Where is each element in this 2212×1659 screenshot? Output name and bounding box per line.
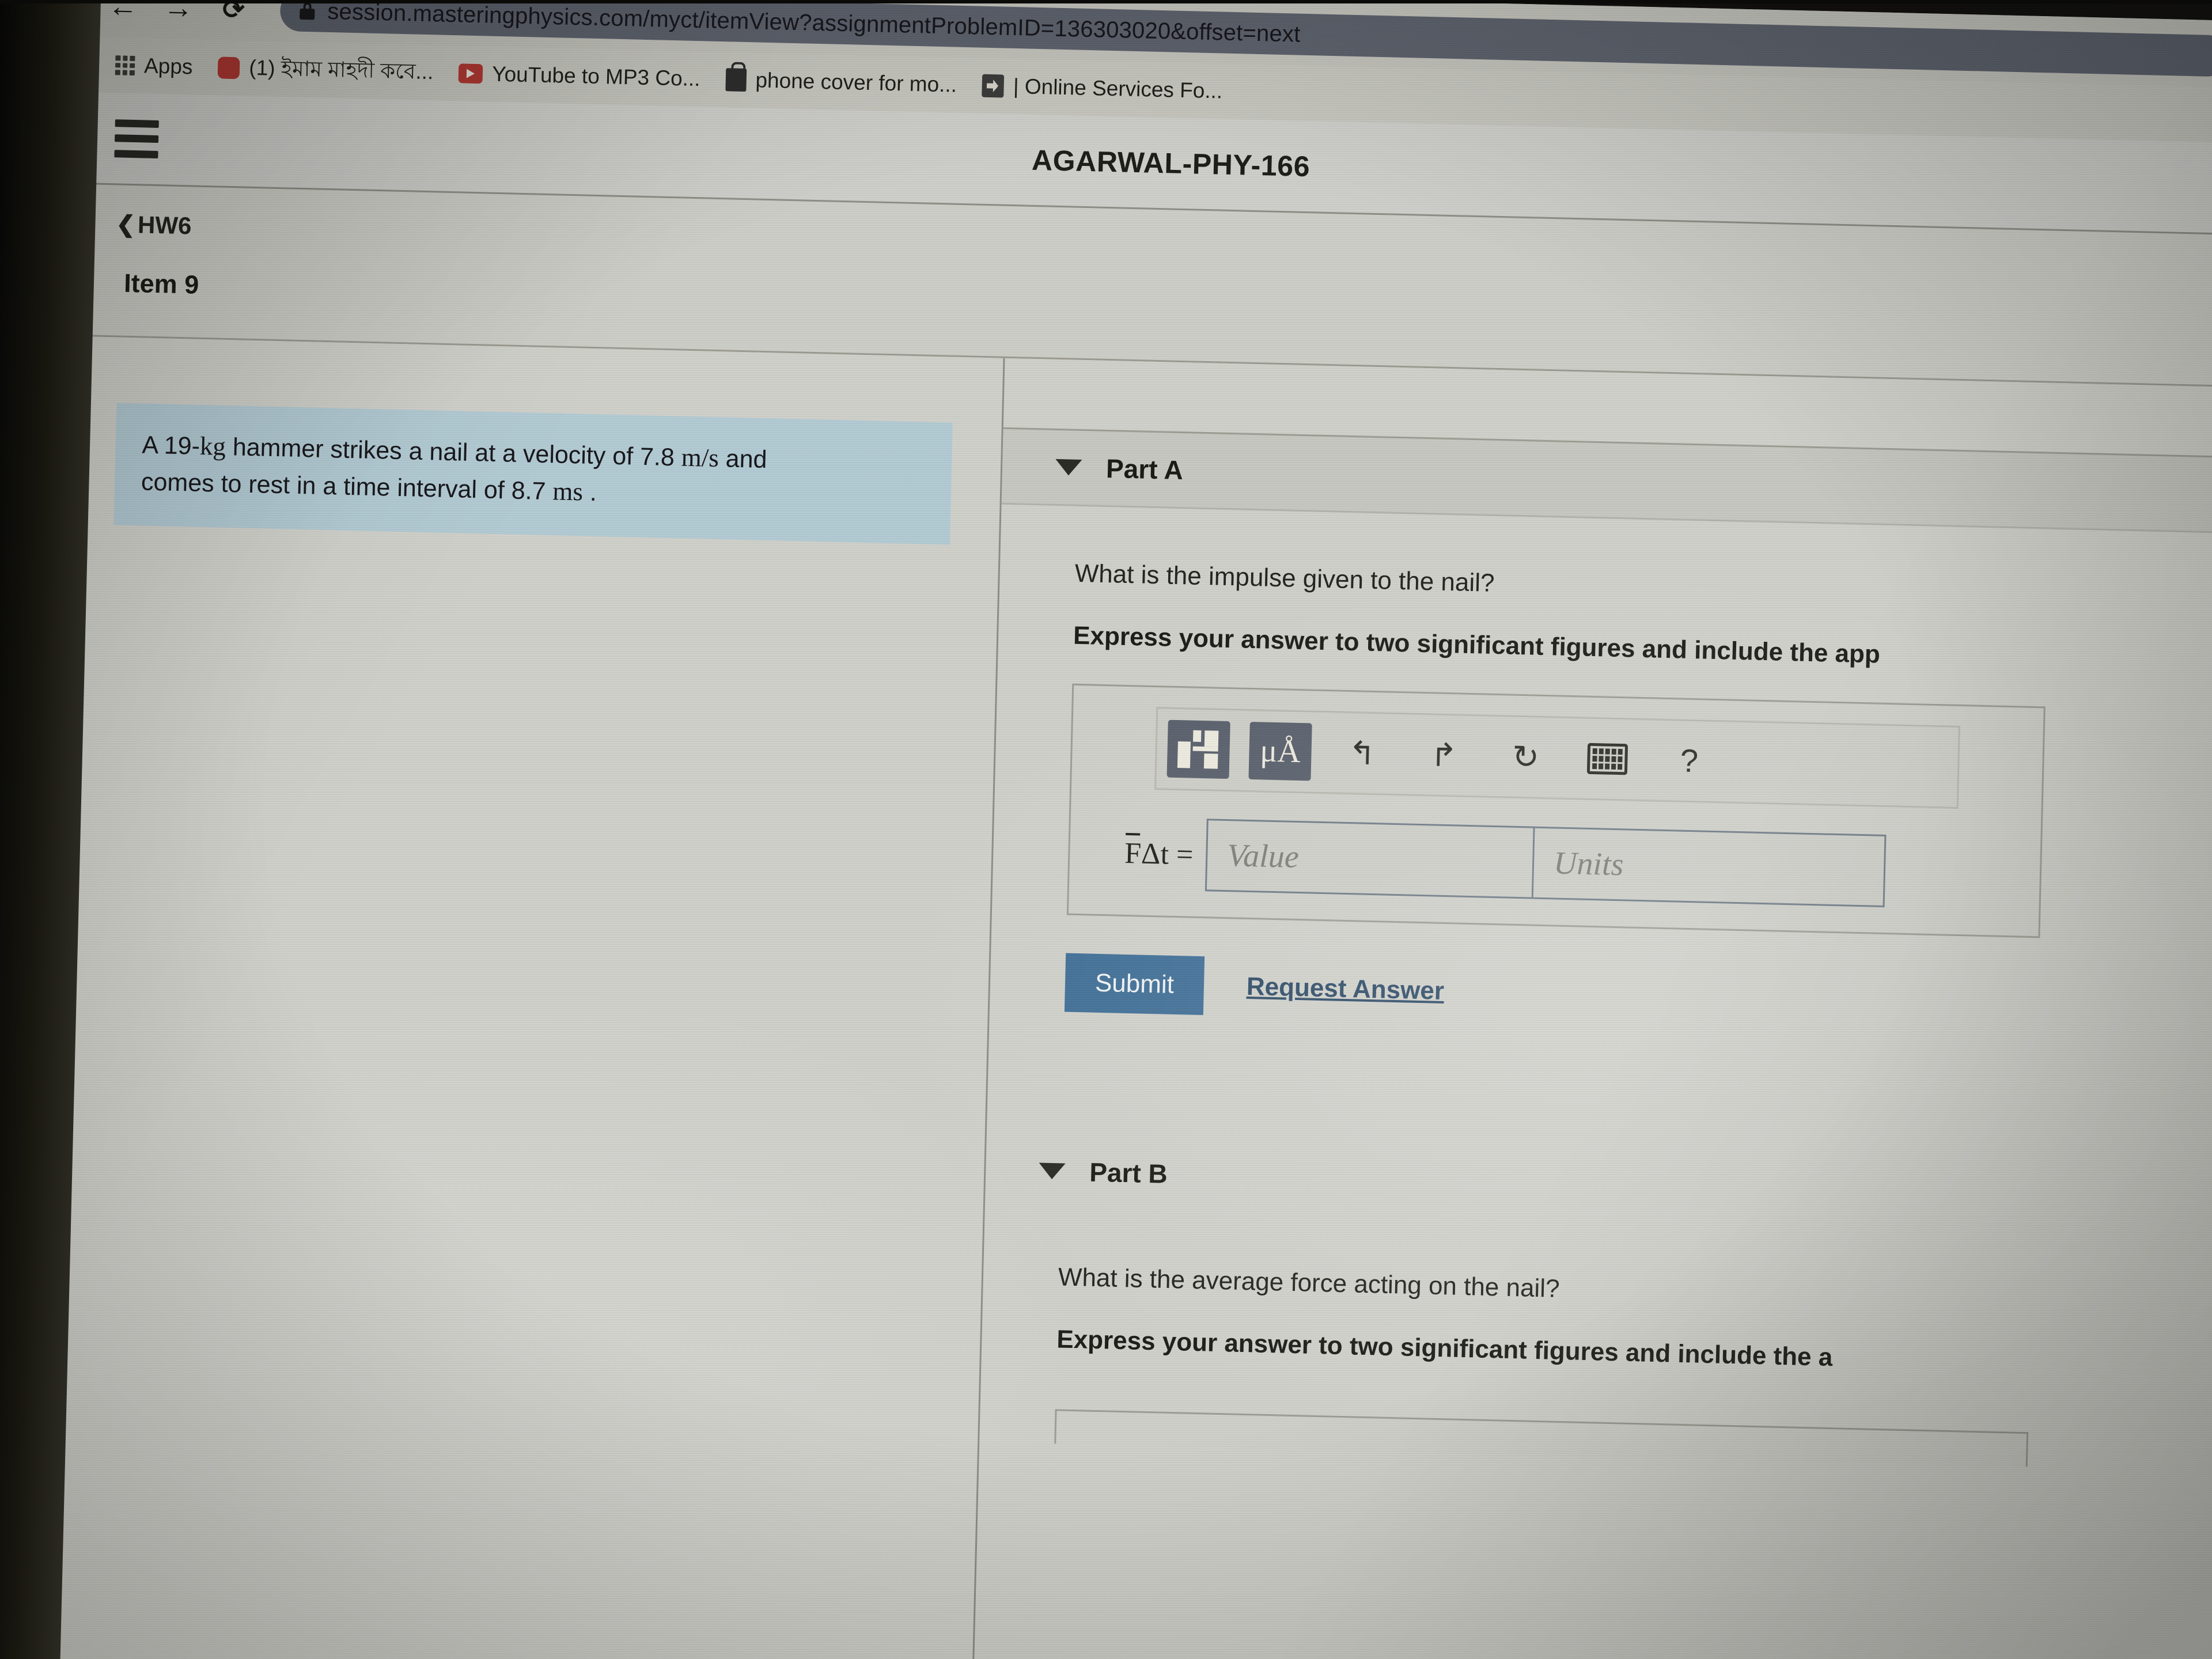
apps-grid-icon — [115, 55, 135, 76]
units-placeholder: Units — [1553, 845, 1624, 883]
redo-icon[interactable]: ↱ — [1412, 726, 1475, 785]
red-dot-icon — [217, 56, 240, 79]
part-a-header[interactable]: Part A — [1001, 427, 2212, 534]
caret-down-icon[interactable] — [1055, 459, 1082, 476]
part-a-instruction: Express your answer to two significant f… — [1073, 621, 1881, 669]
bookmark-label: | Online Services Fo... — [1013, 74, 1223, 103]
math-toolbar: μÅ ↰ ↱ ↻ ? — [1154, 707, 1960, 809]
problem-velocity-unit: m/s — [681, 442, 719, 473]
bookmark-apps[interactable]: Apps — [107, 44, 210, 88]
reset-icon[interactable]: ↻ — [1494, 728, 1557, 787]
problem-text-5: . — [582, 478, 597, 507]
back-icon[interactable]: ← — [105, 0, 141, 25]
hamburger-menu-icon[interactable] — [114, 119, 159, 158]
page-content: AGARWAL-PHY-166 ❮ HW6 Item 9 A 19-kg hamm… — [46, 92, 2212, 1659]
bookmark-label: YouTube to MP3 Co... — [491, 62, 701, 91]
bookmark-online-services[interactable]: | Online Services Fo... — [974, 65, 1240, 112]
part-a-label: Part A — [1105, 453, 1184, 486]
bookmark-label: (1) ইমাম মাহদী কবে... — [248, 55, 434, 84]
breadcrumb-label: HW6 — [137, 211, 192, 240]
undo-icon[interactable]: ↰ — [1330, 724, 1393, 783]
bookmark-label: Apps — [143, 54, 193, 79]
part-b-question: What is the average force acting on the … — [1058, 1263, 1560, 1303]
part-a-answer-widget: μÅ ↰ ↱ ↻ ? F Δt = Value Units — [1066, 683, 2046, 938]
answer-label-F: F — [1124, 836, 1142, 870]
content-split: A 19-kg hammer strikes a nail at a veloc… — [46, 336, 2212, 1659]
page-title: Item 9 — [123, 268, 199, 300]
units-input[interactable]: Units — [1533, 826, 1887, 907]
browser-window: ← → ⟳ session.masteringphysics.com/myct/… — [46, 0, 2212, 1659]
photo-of-screen: ← → ⟳ session.masteringphysics.com/myct/… — [0, 0, 2212, 1659]
part-a-body: What is the impulse given to the nail? E… — [990, 558, 2212, 1040]
problem-text-1: A 19- — [142, 431, 200, 460]
course-title: AGARWAL-PHY-166 — [1031, 143, 1310, 183]
answer-panel: Part A What is the impulse given to the … — [972, 358, 2212, 1659]
problem-statement: A 19-kg hammer strikes a nail at a veloc… — [113, 403, 953, 545]
youtube-icon — [458, 63, 483, 84]
lock-icon — [300, 2, 315, 20]
document-icon — [982, 74, 1005, 98]
request-answer-link[interactable]: Request Answer — [1246, 972, 1444, 1006]
part-b-body: What is the average force acting on the … — [979, 1261, 2212, 1471]
reload-icon[interactable]: ⟳ — [215, 0, 252, 28]
keyboard-icon[interactable] — [1575, 729, 1639, 789]
problem-text-2: hammer strikes a nail at a velocity of 7… — [225, 433, 682, 472]
problem-time-unit: ms — [552, 476, 584, 506]
bookmark-label: phone cover for mo... — [755, 68, 957, 97]
shopping-bag-icon — [725, 68, 747, 92]
units-icon[interactable]: μÅ — [1248, 721, 1312, 781]
problem-text-4: comes to rest in a time interval of 8.7 — [141, 468, 554, 506]
bookmark-youtube-to-mp3[interactable]: YouTube to MP3 Co... — [450, 52, 718, 100]
math-template-icon[interactable] — [1166, 719, 1230, 779]
answer-row: F Δt = Value Units — [1090, 816, 2020, 911]
part-b-answer-widget[interactable] — [1054, 1409, 2029, 1467]
chevron-left-icon: ❮ — [116, 211, 136, 238]
value-input[interactable]: Value — [1205, 819, 1535, 899]
answer-variable-label: F Δt = — [1090, 816, 1207, 892]
url-text: session.masteringphysics.com/myct/itemVi… — [327, 0, 1301, 47]
part-b-label: Part B — [1089, 1157, 1168, 1189]
monitor-bezel-top — [0, 0, 2212, 3]
breadcrumb[interactable]: ❮ HW6 — [116, 210, 192, 240]
part-a-question: What is the impulse given to the nail? — [1074, 559, 1495, 597]
part-b-instruction: Express your answer to two significant f… — [1056, 1325, 1833, 1372]
submit-button[interactable]: Submit — [1064, 953, 1205, 1016]
caret-down-icon[interactable] — [1039, 1162, 1066, 1180]
problem-panel: A 19-kg hammer strikes a nail at a veloc… — [46, 336, 1005, 1659]
problem-text-3: and — [718, 445, 768, 474]
part-b-header[interactable]: Part B — [985, 1131, 2212, 1237]
bookmark-phone-cover[interactable]: phone cover for mo... — [717, 59, 975, 106]
answer-label-rest: Δt = — [1141, 837, 1194, 872]
bookmark-imam-mahdi[interactable]: (1) ইমাম মাহদী কবে... — [210, 47, 452, 94]
problem-mass-unit: kg — [199, 431, 226, 461]
value-placeholder: Value — [1226, 838, 1300, 876]
units-icon-label: μÅ — [1259, 733, 1301, 770]
forward-icon[interactable]: → — [160, 0, 196, 26]
part-a-actions: Submit Request Answer — [1064, 953, 2212, 1040]
help-icon[interactable]: ? — [1657, 732, 1721, 791]
